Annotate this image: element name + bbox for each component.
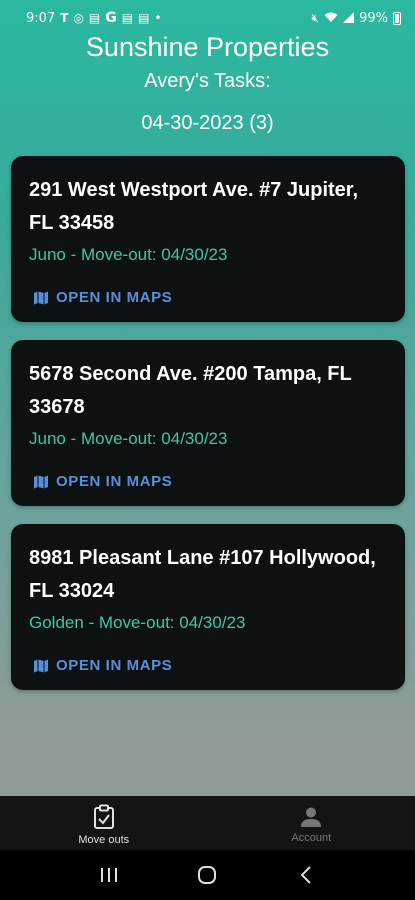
back-button[interactable]	[286, 855, 326, 895]
dot-icon: •	[154, 11, 162, 25]
battery-icon	[393, 11, 401, 25]
card-address: 5678 Second Ave. #200 Tampa, FL 33678	[29, 363, 352, 418]
open-in-maps-label: OPEN IN MAPS	[56, 657, 173, 674]
task-list: 291 West Westport Ave. #7 Jupiter, FL 33…	[11, 156, 405, 708]
status-right: 🔇︎ 99%	[312, 11, 401, 26]
open-in-maps-label: OPEN IN MAPS	[56, 289, 173, 306]
card-address: 8981 Pleasant Lane #107 Hollywood, FL 33…	[29, 547, 376, 602]
clipboard-check-icon	[93, 804, 114, 829]
system-nav-bar	[0, 850, 415, 900]
task-card[interactable]: 8981 Pleasant Lane #107 Hollywood, FL 33…	[11, 524, 405, 690]
app-title: Sunshine Properties	[85, 32, 330, 62]
carrier-icon: T	[60, 11, 69, 25]
open-in-maps-button[interactable]: OPEN IN MAPS	[33, 657, 172, 674]
message-icon: ▤	[138, 11, 150, 25]
map-icon	[34, 475, 48, 488]
open-in-maps-button[interactable]: OPEN IN MAPS	[33, 473, 172, 490]
open-in-maps-button[interactable]: OPEN IN MAPS	[33, 289, 172, 306]
task-card[interactable]: 291 West Westport Ave. #7 Jupiter, FL 33…	[11, 156, 405, 322]
open-in-maps-label: OPEN IN MAPS	[56, 473, 173, 490]
status-left: 9:07 T ◎ ▤ G ▤ ▤ •	[26, 11, 161, 26]
signal-icon	[343, 11, 355, 25]
back-chevron-icon	[300, 866, 311, 884]
nav-label-account: Account	[291, 832, 332, 844]
bottom-nav: Move outs Account	[0, 796, 415, 850]
message-icon: ▤	[121, 11, 134, 25]
card-detail: Juno - Move-out: 04/30/23	[29, 429, 228, 448]
status-time: 9:07	[26, 10, 56, 26]
map-icon	[34, 291, 48, 304]
mute-icon: 🔇︎	[311, 11, 320, 25]
battery-percent: 99%	[359, 10, 388, 26]
home-button[interactable]	[187, 855, 227, 895]
nav-label-move-outs: Move outs	[78, 834, 130, 846]
card-detail: Golden - Move-out: 04/30/23	[29, 613, 246, 632]
card-address: 291 West Westport Ave. #7 Jupiter, FL 33…	[29, 179, 359, 234]
recent-apps-icon	[101, 868, 118, 882]
recent-apps-button[interactable]	[89, 855, 129, 895]
nav-item-move-outs[interactable]: Move outs	[0, 796, 208, 850]
home-icon	[198, 866, 217, 884]
card-detail: Juno - Move-out: 04/30/23	[29, 245, 228, 264]
person-icon	[301, 807, 322, 827]
map-icon	[34, 659, 48, 672]
page-subtitle: Avery's Tasks:	[144, 70, 271, 92]
google-icon: G	[105, 10, 117, 26]
message-icon: ▤	[88, 11, 101, 25]
header: Sunshine Properties Avery's Tasks: 04-30…	[0, 30, 415, 136]
task-card[interactable]: 5678 Second Ave. #200 Tampa, FL 33678 Ju…	[11, 340, 405, 506]
wifi-icon	[324, 12, 338, 25]
notification-icon: ◎	[73, 11, 84, 25]
date-count: 04-30-2023 (3)	[141, 112, 274, 134]
nav-item-account[interactable]: Account	[208, 796, 415, 850]
